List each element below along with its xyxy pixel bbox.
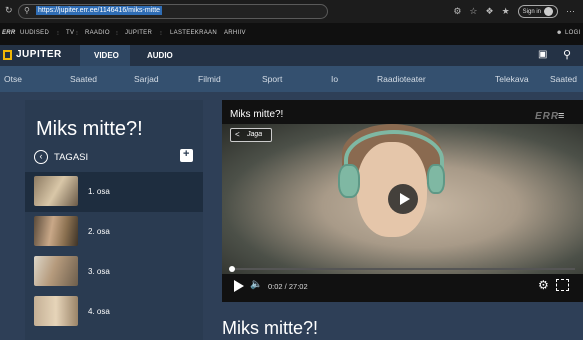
gear-icon[interactable]: ⚙ [538,278,549,292]
sliders-icon[interactable]: ≡ [558,110,564,122]
avatar [544,7,553,16]
episode-thumbnail [34,216,78,246]
search-icon[interactable]: ⚲ [563,48,571,61]
err-logo[interactable]: ERR [2,30,16,36]
episode-item[interactable]: 3. osa [25,252,203,292]
collections-icon[interactable]: ❖ [485,6,493,17]
episode-thumbnail [34,296,78,326]
sign-in-button[interactable]: Sign in [517,5,558,18]
timecode: 0:02 / 27:02 [268,282,308,291]
nav-item-raadio[interactable]: RAADIO [85,30,110,36]
episode-label: 1. osa [88,187,110,196]
tab-audio[interactable]: AUDIO [147,51,173,60]
content-title: Miks mitte?! [222,318,319,338]
episode-item[interactable]: 1. osa [25,172,203,212]
progress-handle[interactable] [229,266,235,272]
category-saated[interactable]: Saated [70,74,97,84]
category-sarjad[interactable]: Sarjad [134,74,159,84]
url-text: https://jupiter.err.ee/1146416/miks-mitt… [36,6,163,15]
nav-separator: ⁝ [76,31,79,37]
refresh-icon[interactable]: ↻ [5,5,13,16]
more-icon[interactable]: ⋯ [566,6,575,17]
login-link[interactable]: LOGI [565,30,581,36]
nav-item-uudised[interactable]: UUDISED [20,30,49,36]
share-button[interactable]: < Jaga [230,128,272,142]
video-frame-headphone-left [338,164,360,198]
category-telekava[interactable]: Telekava [495,74,529,84]
episode-label: 2. osa [88,227,110,236]
nav-separator: ⁝ [57,31,60,37]
jupiter-logo[interactable]: JUPITER [16,49,62,60]
episode-label: 3. osa [88,267,110,276]
extension-icon[interactable]: ⚙ [453,6,461,17]
play-overlay-button[interactable] [388,184,418,214]
nav-separator: ⁝ [160,31,163,37]
nav-item-tv[interactable]: TV [66,30,74,36]
category-saated-2[interactable]: Saated [550,74,577,84]
browser-toolbar: ↻ ⚲ https://jupiter.err.ee/1146416/miks-… [0,0,583,23]
volume-icon[interactable]: 🔈 [250,279,262,290]
favorites-bar-icon[interactable]: ★ [502,6,510,17]
series-title: Miks mitte?! [36,118,143,140]
user-icon[interactable]: ☻ [556,30,563,36]
my-list-icon[interactable]: ▣ [538,49,547,60]
category-nav: Otse Saated Sarjad Filmid Sport Io Raadi… [0,66,583,92]
play-icon[interactable] [234,280,244,292]
favorite-icon[interactable]: ☆ [469,6,477,17]
category-io[interactable]: Io [331,74,338,84]
category-filmid[interactable]: Filmid [198,74,221,84]
sign-in-label: Sign in [522,8,541,15]
episode-thumbnail [34,256,78,286]
address-bar[interactable]: ⚲ https://jupiter.err.ee/1146416/miks-mi… [18,4,328,19]
episode-label: 4. osa [88,307,110,316]
jupiter-logo-mark [3,50,12,60]
jupiter-header: JUPITER VIDEO AUDIO ▣ ⚲ [0,45,583,66]
nav-item-lasteekraan[interactable]: LASTEEKRAAN [170,30,217,36]
nav-item-jupiter[interactable]: JUPITER [125,30,152,36]
progress-bar[interactable] [229,266,575,272]
category-raadioteater[interactable]: Raadioteater [377,74,426,84]
share-label: Jaga [247,131,263,138]
tab-video[interactable]: VIDEO [94,51,119,60]
episode-item[interactable]: 2. osa [25,212,203,252]
fullscreen-icon[interactable] [556,279,569,291]
nav-item-arhiiv[interactable]: ARHIIV [224,30,246,36]
add-to-list-icon[interactable]: + [180,148,193,162]
back-arrow-icon[interactable]: ‹ [34,150,48,164]
video-frame[interactable] [222,124,583,274]
episode-item[interactable]: 4. osa [25,292,203,332]
player-title: Miks mitte?! [230,109,284,120]
err-watermark: ERR [535,111,560,122]
nav-separator: ⁝ [116,31,119,37]
category-otse[interactable]: Otse [4,74,22,84]
episode-thumbnail [34,176,78,206]
back-link[interactable]: TAGASI [54,152,88,163]
video-frame-headphone-right [427,164,445,194]
err-top-nav: ERR UUDISED ⁝ TV ⁝ RAADIO ⁝ JUPITER ⁝ LA… [0,23,583,45]
share-icon: < [235,130,240,139]
category-sport[interactable]: Sport [262,74,282,84]
lock-icon[interactable]: ⚲ [24,6,30,15]
